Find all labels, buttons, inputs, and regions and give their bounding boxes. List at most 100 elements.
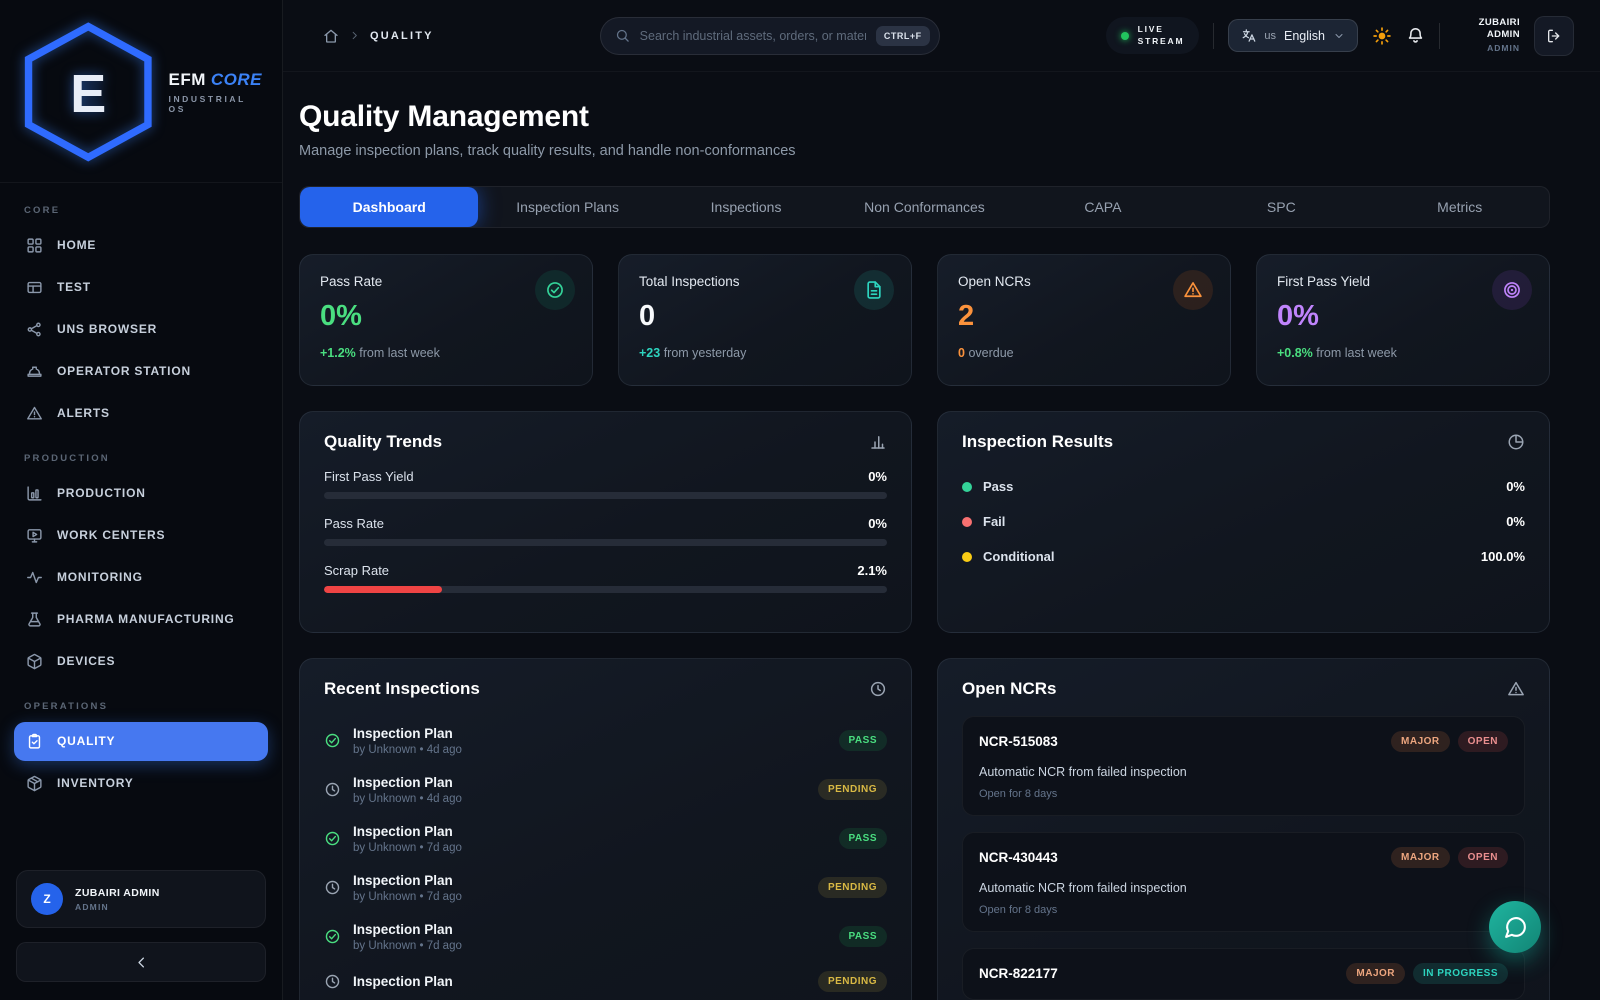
page-content: Quality Management Manage inspection pla…: [283, 72, 1600, 1000]
status-badge: PENDING: [818, 877, 887, 898]
sidebar: E EFM CORE INDUSTRIAL OS COREHOMETESTUNS…: [0, 0, 283, 1000]
main-area: QUALITY CTRL+F LIVE STREAM us: [283, 0, 1600, 1000]
ncr-header: NCR-822177MAJORIN PROGRESS: [979, 963, 1508, 984]
sidebar-item-label: MONITORING: [57, 570, 143, 584]
stat-delta-caption: from last week: [359, 346, 440, 360]
live-line2: STREAM: [1138, 36, 1185, 47]
user-name: ZUBAIRI ADMIN: [75, 887, 160, 899]
check-circle-icon: [324, 732, 341, 749]
stat-value: 0%: [320, 300, 572, 333]
chevron-down-icon: [1333, 30, 1345, 42]
tab-spc[interactable]: SPC: [1192, 187, 1370, 227]
trend-row-header: Pass Rate 0%: [324, 516, 887, 531]
sidebar-item-monitoring[interactable]: MONITORING: [14, 558, 268, 597]
tab-dashboard[interactable]: Dashboard: [300, 187, 478, 227]
stat-delta-caption: from yesterday: [664, 346, 747, 360]
stat-value: 0: [639, 300, 891, 333]
stat-delta-value: +1.2%: [320, 346, 356, 360]
status-badge: PENDING: [818, 779, 887, 800]
tab-inspections[interactable]: Inspections: [657, 187, 835, 227]
sidebar-item-work-centers[interactable]: WORK CENTERS: [14, 516, 268, 555]
tab-non-conformances[interactable]: Non Conformances: [835, 187, 1013, 227]
sidebar-item-test[interactable]: TEST: [14, 268, 268, 307]
progress-track: [324, 492, 887, 499]
result-value: 0%: [1506, 479, 1525, 494]
result-row-pass: Pass0%: [962, 469, 1525, 504]
trend-label: Pass Rate: [324, 516, 384, 531]
stat-delta: +0.8% from last week: [1277, 346, 1529, 360]
file-text-icon: [854, 270, 894, 310]
status-badge: PENDING: [818, 971, 887, 992]
sidebar-collapse-button[interactable]: [16, 942, 266, 982]
sidebar-item-pharma-manufacturing[interactable]: PHARMA MANUFACTURING: [14, 600, 268, 639]
ncr-header: NCR-515083MAJOROPEN: [979, 731, 1508, 752]
sidebar-item-alerts[interactable]: ALERTS: [14, 394, 268, 433]
trend-value: 0%: [868, 516, 887, 531]
sidebar-item-label: QUALITY: [57, 734, 115, 748]
topbar: QUALITY CTRL+F LIVE STREAM us: [283, 0, 1600, 72]
search-input[interactable]: [640, 29, 866, 43]
sidebar-item-quality[interactable]: QUALITY: [14, 722, 268, 761]
sidebar-nav: CORE HOME TEST UNS BROWSEROPERATOR STATIONA…: [0, 183, 282, 858]
status-dot: [962, 517, 972, 527]
topbar-user-name: ZUBAIRI ADMIN: [1454, 17, 1520, 42]
hard-hat-icon: [26, 363, 43, 380]
inspection-list-item[interactable]: Inspection Plan PENDING: [324, 961, 887, 1000]
search-bar[interactable]: CTRL+F: [600, 17, 940, 55]
notifications-button[interactable]: [1406, 26, 1425, 45]
inspection-title: Inspection Plan: [353, 974, 453, 989]
page-title: Quality Management: [299, 100, 1550, 134]
inspection-meta: by Unknown • 7d ago: [353, 891, 462, 903]
chat-fab-button[interactable]: [1489, 901, 1541, 953]
live-line1: LIVE: [1138, 24, 1185, 35]
chevron-left-icon: [134, 955, 149, 970]
sidebar-item-production[interactable]: PRODUCTION: [14, 474, 268, 513]
activity-icon: [26, 569, 43, 586]
stat-delta-value: +0.8%: [1277, 346, 1313, 360]
trend-row-first-pass-yield: First Pass Yield0%: [324, 469, 887, 499]
stat-value: 2: [958, 300, 1210, 333]
inspection-text: Inspection Planby Unknown • 4d ago: [353, 726, 462, 756]
inspection-list-item[interactable]: Inspection Planby Unknown • 7d agoPASS: [324, 912, 887, 961]
inspection-list-item[interactable]: Inspection Planby Unknown • 7d ago PENDIN…: [324, 863, 887, 912]
logout-button[interactable]: [1534, 16, 1574, 56]
sidebar-item-home[interactable]: HOME: [14, 226, 268, 265]
sidebar-item-uns-browser[interactable]: UNS BROWSER: [14, 310, 268, 349]
tab-bar: DashboardInspection PlansInspectionsNon …: [299, 186, 1550, 228]
nav-section-operations: OPERATIONS: [24, 701, 258, 712]
tab-metrics[interactable]: Metrics: [1371, 187, 1549, 227]
topbar-actions: LIVE STREAM us English: [1106, 16, 1574, 56]
sidebar-user-card[interactable]: Z ZUBAIRI ADMIN ADMIN: [16, 870, 266, 928]
avatar: Z: [31, 883, 63, 915]
clock-icon: [869, 680, 887, 698]
home-icon[interactable]: [323, 28, 339, 44]
tab-inspection-plans[interactable]: Inspection Plans: [478, 187, 656, 227]
tab-capa[interactable]: CAPA: [1014, 187, 1192, 227]
result-row-conditional: Conditional 100.0%: [962, 539, 1525, 574]
ncr-card[interactable]: NCR-822177MAJORIN PROGRESS: [962, 948, 1525, 1000]
sidebar-item-devices[interactable]: DEVICES: [14, 642, 268, 681]
sidebar-item-operator-station[interactable]: OPERATOR STATION: [14, 352, 268, 391]
nav-section-core: CORE: [24, 205, 258, 216]
target-icon: [1492, 270, 1532, 310]
inspection-list-item[interactable]: Inspection Planby Unknown • 4d ago PENDIN…: [324, 765, 887, 814]
ncr-id: NCR-430443: [979, 850, 1058, 865]
inspection-list-item[interactable]: Inspection Planby Unknown • 7d agoPASS: [324, 814, 887, 863]
sidebar-item-label: TEST: [57, 280, 91, 294]
ncr-card[interactable]: NCR-430443MAJOROPENAutomatic NCR from fa…: [962, 832, 1525, 932]
stat-value: 0%: [1277, 300, 1529, 333]
inspection-meta: by Unknown • 7d ago: [353, 842, 462, 854]
severity-badge: MAJOR: [1391, 731, 1450, 752]
sidebar-item-inventory[interactable]: INVENTORY: [14, 764, 268, 803]
search-icon: [615, 28, 630, 43]
brand-name-accent: CORE: [211, 70, 262, 90]
ncr-card[interactable]: NCR-515083MAJOROPENAutomatic NCR from fa…: [962, 716, 1525, 816]
language-selector[interactable]: us English: [1228, 19, 1358, 52]
theme-toggle-button[interactable]: [1372, 26, 1392, 46]
inspection-text: Inspection Planby Unknown • 7d ago: [353, 873, 462, 903]
inspection-text: Inspection Planby Unknown • 4d ago: [353, 775, 462, 805]
result-value: 100.0%: [1481, 549, 1525, 564]
trend-row-pass-rate: Pass Rate 0%: [324, 516, 887, 546]
inspection-list-item[interactable]: Inspection Planby Unknown • 4d agoPASS: [324, 716, 887, 765]
result-label: Conditional: [983, 549, 1055, 564]
